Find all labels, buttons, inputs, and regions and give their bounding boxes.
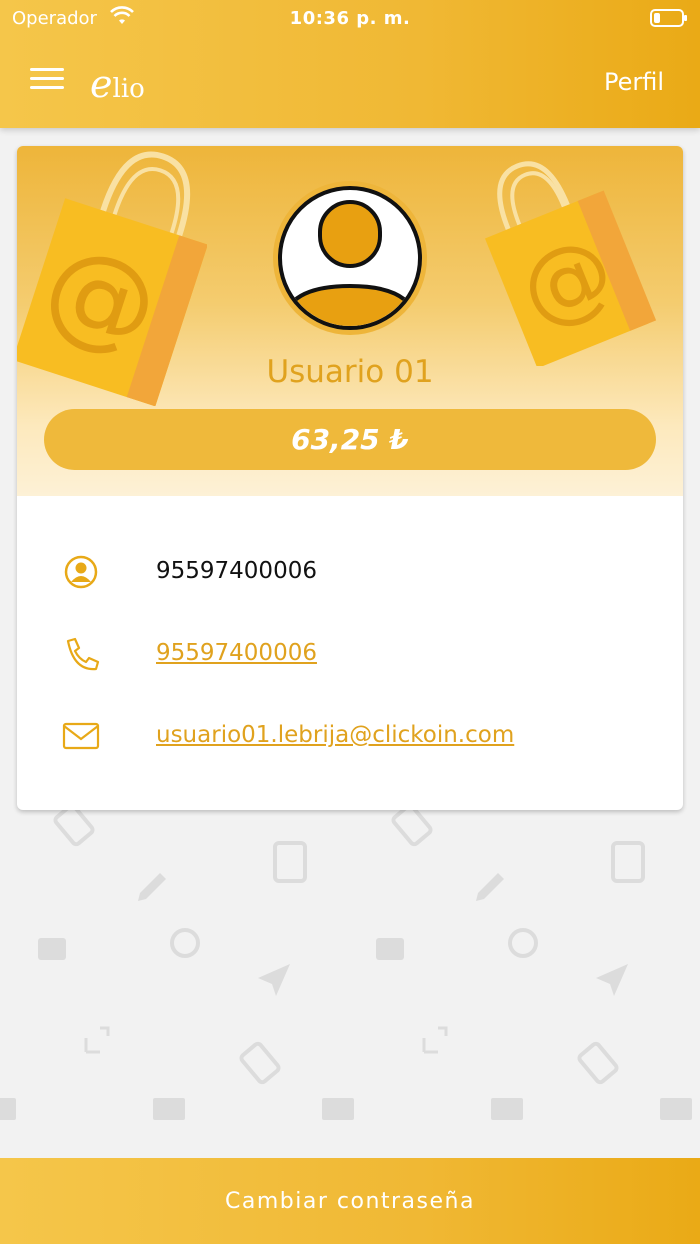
avatar — [273, 181, 427, 335]
phone-link[interactable]: 95597400006 — [156, 640, 317, 666]
profile-card: @ @ Usuario 01 63,25 ₺ 95597400006 95597… — [17, 146, 683, 810]
logo-text: lio — [112, 74, 145, 104]
profile-card-header: @ @ Usuario 01 63,25 ₺ — [17, 146, 683, 496]
shopping-bag-illustration: @ — [484, 161, 657, 366]
phone-icon — [66, 637, 100, 671]
logo-e: e — [90, 62, 113, 106]
app-header: Operador 10:36 p. m. elio Perfil — [0, 0, 700, 128]
balance-value: 63,25 ₺ — [291, 423, 409, 456]
status-time: 10:36 p. m. — [289, 8, 411, 29]
user-circle-icon — [64, 555, 98, 589]
mail-icon — [62, 722, 100, 750]
change-password-label: Cambiar contraseña — [225, 1188, 475, 1214]
user-id-row: 95597400006 — [17, 542, 683, 602]
menu-bar-icon — [30, 68, 64, 71]
profile-link[interactable]: Perfil — [604, 68, 664, 96]
username-label: Usuario 01 — [266, 354, 434, 390]
user-id-value: 95597400006 — [156, 558, 317, 584]
status-bar: Operador 10:36 p. m. — [0, 0, 700, 36]
email-link[interactable]: usuario01.lebrija@clickoin.com — [156, 722, 514, 748]
menu-bar-icon — [30, 77, 64, 80]
phone-row: 95597400006 — [17, 624, 683, 684]
battery-icon — [650, 9, 687, 27]
change-password-button[interactable]: Cambiar contraseña — [0, 1158, 700, 1244]
balance-pill: 63,25 ₺ — [44, 409, 656, 470]
app-logo: elio — [90, 62, 145, 106]
hamburger-menu-button[interactable] — [30, 68, 64, 94]
menu-bar-icon — [30, 86, 64, 89]
email-row: usuario01.lebrija@clickoin.com — [17, 706, 683, 766]
